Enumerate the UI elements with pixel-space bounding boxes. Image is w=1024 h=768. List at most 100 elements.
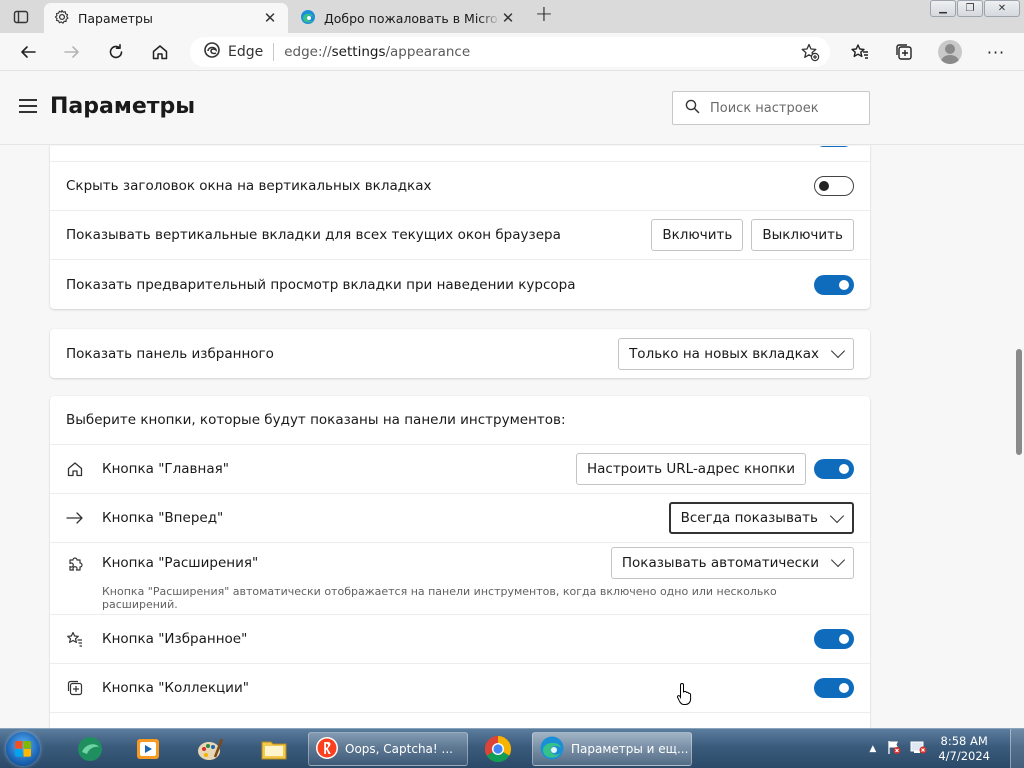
tab-strip: Параметры ✕ Добро пожаловать в Microsoft… (0, 0, 1024, 33)
forward-arrow-icon (66, 509, 90, 527)
setting-label: Скрыть заголовок окна на вертикальных вк… (66, 178, 432, 194)
turn-on-button[interactable]: Включить (651, 219, 744, 251)
setting-label: Кнопка "Коллекции" (102, 680, 249, 696)
action-center-flag-icon[interactable] (886, 739, 902, 759)
media-player-icon[interactable] (120, 732, 176, 766)
clock-date: 4/7/2024 (938, 749, 990, 763)
yandex-browser-icon (315, 736, 339, 763)
settings-row-favorites-bar: Показать панель избранного Только на нов… (50, 329, 870, 378)
edge-logo-icon (204, 42, 220, 62)
home-icon[interactable] (146, 38, 174, 66)
show-hidden-icons-icon[interactable]: ▲ (869, 744, 876, 754)
show-desktop-button[interactable] (1010, 729, 1024, 768)
collections-icon[interactable] (890, 38, 918, 66)
search-input[interactable] (710, 100, 860, 116)
collections-icon (66, 679, 90, 697)
network-icon[interactable] (910, 739, 928, 759)
close-tab-icon[interactable]: ✕ (262, 9, 278, 27)
favorites-bar-card: Показать панель избранного Только на нов… (50, 329, 870, 378)
favorites-star-icon (66, 630, 90, 648)
chrome-icon[interactable] (470, 732, 526, 766)
tab-label: Добро пожаловать в Microsoft E (324, 10, 500, 26)
vertical-tabs-card: Скрыть заголовок окна на вертикальных вк… (50, 146, 870, 309)
gear-icon (54, 9, 70, 28)
address-bar[interactable]: Edge edge://settings/appearance (190, 37, 830, 67)
settings-row-vertical-tabs-all-windows: Показывать вертикальные вкладки для всех… (50, 211, 870, 260)
tab-preview-toggle[interactable] (814, 274, 854, 295)
dropdown-value: Показывать автоматически (621, 554, 819, 571)
settings-search[interactable] (672, 91, 870, 125)
add-favorite-icon[interactable] (800, 42, 820, 66)
hide-title-bar-toggle[interactable] (814, 176, 854, 196)
forward-button-dropdown[interactable]: Всегда показывать (668, 502, 854, 534)
edge-icon (539, 735, 565, 764)
file-explorer-icon[interactable] (246, 732, 302, 766)
taskbar-app-label: Oops, Captcha! ... (345, 742, 453, 756)
windows-taskbar: Oops, Captcha! ... Параметры и ещ... ▲ 8… (0, 728, 1024, 768)
profile-avatar[interactable] (938, 40, 962, 64)
setting-label: Кнопка "Расширения" (102, 554, 259, 571)
settings-row-forward-button: Кнопка "Вперед" Всегда показывать (50, 494, 870, 543)
clock[interactable]: 8:58 AM 4/7/2024 (938, 734, 990, 764)
start-button[interactable] (6, 732, 40, 766)
menu-hamburger-icon[interactable] (19, 99, 37, 113)
setting-label: Показать предварительный просмотр вкладк… (66, 276, 576, 293)
chevron-down-icon (830, 343, 846, 359)
home-button-toggle[interactable] (814, 459, 854, 479)
taskbar-app-yandex[interactable]: Oops, Captcha! ... (308, 732, 468, 766)
clock-time: 8:58 AM (940, 734, 988, 748)
settings-row (50, 713, 870, 728)
setting-label: Показывать вертикальные вкладки для всех… (66, 227, 561, 243)
taskbar-app-edge[interactable]: Параметры и ещ... (532, 732, 692, 766)
puzzle-icon (66, 554, 90, 572)
edge-icon (300, 9, 316, 28)
taskbar-app-label: Параметры и ещ... (571, 742, 689, 756)
favorites-bar-dropdown[interactable]: Только на новых вкладках (618, 337, 854, 370)
tab-welcome[interactable]: Добро пожаловать в Microsoft E ✕ (290, 3, 526, 33)
scrollbar-thumb[interactable] (1016, 349, 1022, 455)
setting-label: Кнопка "Главная" (102, 461, 229, 477)
tab-settings[interactable]: Параметры ✕ (44, 3, 288, 33)
setting-description: Кнопка "Расширения" автоматически отобра… (102, 584, 777, 611)
site-label: Edge (228, 44, 264, 60)
toolbar-buttons-card: Выберите кнопки, которые будут показаны … (50, 396, 870, 728)
page-scrollbar[interactable] (1014, 146, 1024, 728)
setting-label: Показать панель избранного (66, 345, 274, 362)
card-heading-row: Выберите кнопки, которые будут показаны … (50, 396, 870, 445)
close-tab-icon[interactable]: ✕ (500, 9, 516, 27)
extensions-button-dropdown[interactable]: Показывать автоматически (610, 546, 854, 579)
favorites-icon[interactable] (846, 38, 874, 66)
browser-toolbar: Edge edge://settings/appearance ··· (0, 33, 1024, 71)
window-close-icon[interactable]: ✕ (984, 0, 1020, 17)
turn-off-button[interactable]: Выключить (751, 219, 854, 251)
chevron-down-icon (830, 552, 846, 568)
favorites-button-toggle[interactable] (814, 629, 854, 649)
home-icon (66, 460, 90, 478)
site-identity[interactable]: Edge (204, 42, 275, 62)
system-tray: ▲ 8:58 AM 4/7/2024 (869, 729, 1024, 768)
pinned-app-icon[interactable] (62, 732, 118, 766)
chevron-down-icon (829, 508, 845, 523)
settings-row-collections-button: Кнопка "Коллекции" (50, 664, 870, 713)
restore-icon[interactable]: ❐ (957, 0, 983, 17)
refresh-icon[interactable] (102, 38, 130, 66)
forward-arrow-icon[interactable] (58, 38, 86, 66)
settings-row (50, 146, 870, 162)
minimize-icon[interactable]: ▁ (930, 0, 956, 17)
paint-icon[interactable] (182, 732, 238, 766)
toggle-switch[interactable] (814, 146, 854, 147)
back-arrow-icon[interactable] (14, 38, 42, 66)
settings-row-home-button: Кнопка "Главная" Настроить URL-адрес кно… (50, 445, 870, 494)
new-tab-plus-icon[interactable]: + (533, 4, 555, 27)
more-options-icon[interactable]: ··· (982, 38, 1010, 66)
settings-content: Скрыть заголовок окна на вертикальных вк… (0, 146, 1014, 728)
card-heading: Выберите кнопки, которые будут показаны … (66, 412, 566, 428)
collections-button-toggle[interactable] (814, 678, 854, 698)
settings-row-tab-preview: Показать предварительный просмотр вкладк… (50, 260, 870, 309)
set-button-url-button[interactable]: Настроить URL-адрес кнопки (575, 453, 806, 485)
search-icon (685, 99, 700, 118)
dropdown-value: Только на новых вкладках (629, 345, 819, 362)
settings-row-extensions-button: Кнопка "Расширения" Показывать автоматич… (50, 543, 870, 615)
tab-actions-icon[interactable] (8, 6, 34, 28)
page-title: Параметры (50, 94, 196, 119)
